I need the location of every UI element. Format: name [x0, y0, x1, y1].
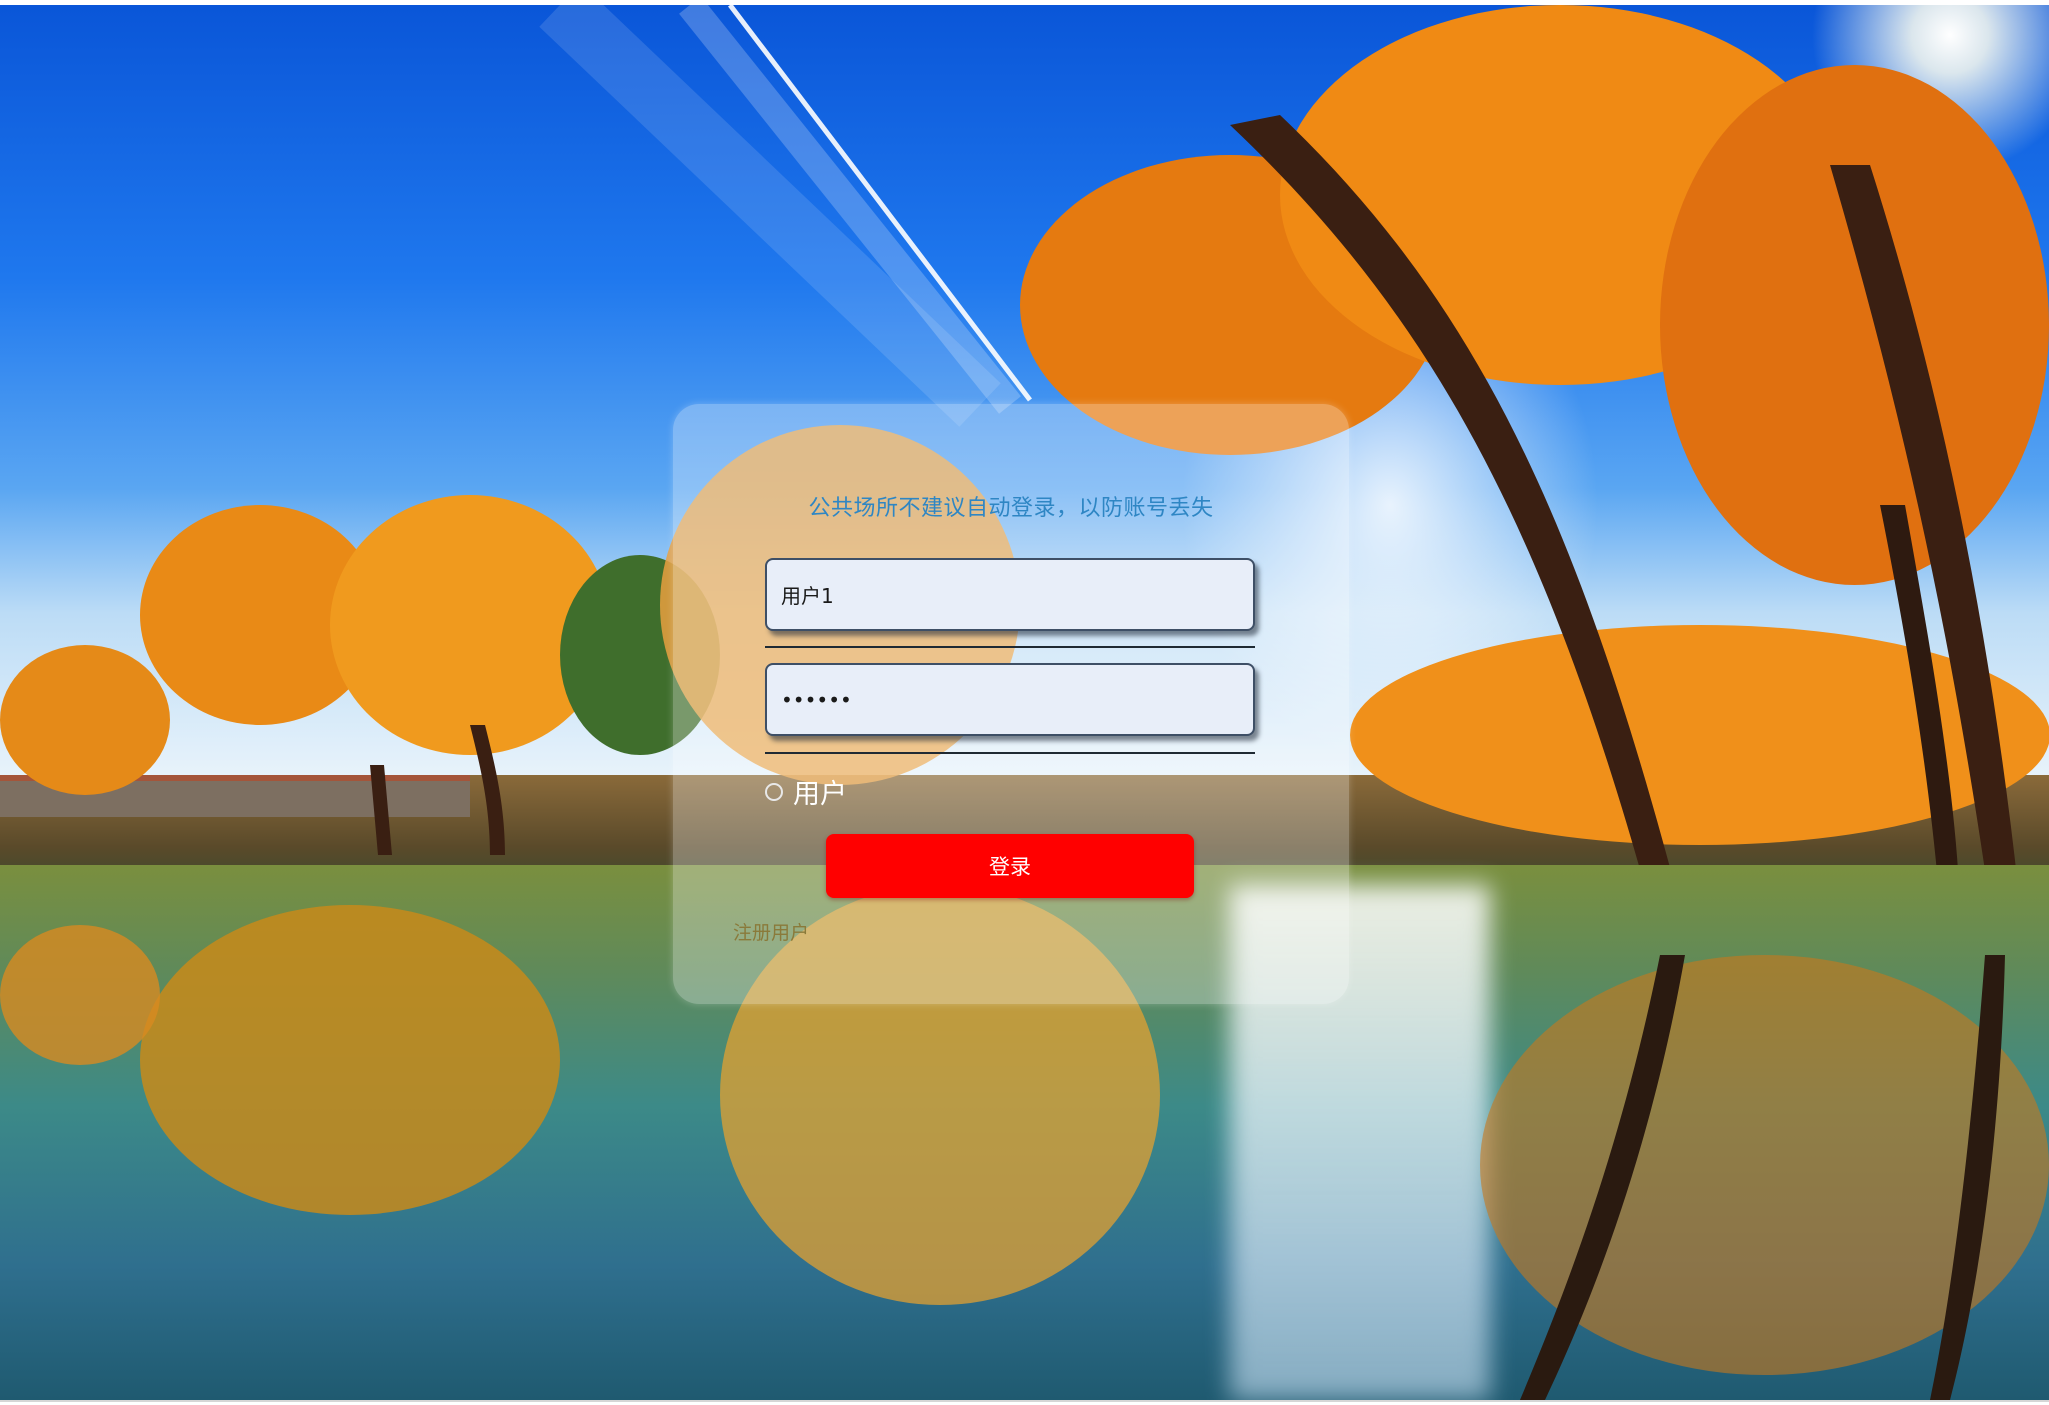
login-page: 公共场所不建议自动登录，以防账号丢失 用户 登录 注册用户	[0, 0, 2049, 1405]
register-link[interactable]: 注册用户	[733, 918, 809, 945]
role-radio[interactable]	[765, 782, 783, 801]
password-input[interactable]	[765, 663, 1255, 736]
login-card: 公共场所不建议自动登录，以防账号丢失 用户 登录 注册用户	[673, 404, 1349, 1004]
role-option-user[interactable]: 用户	[765, 772, 847, 811]
login-button[interactable]: 登录	[826, 834, 1194, 898]
role-label: 用户	[793, 779, 847, 810]
username-underline	[765, 646, 1255, 648]
bottom-border	[0, 1400, 2049, 1402]
auto-login-notice: 公共场所不建议自动登录，以防账号丢失	[808, 496, 1214, 521]
password-underline	[765, 752, 1255, 754]
username-input[interactable]	[765, 558, 1255, 631]
